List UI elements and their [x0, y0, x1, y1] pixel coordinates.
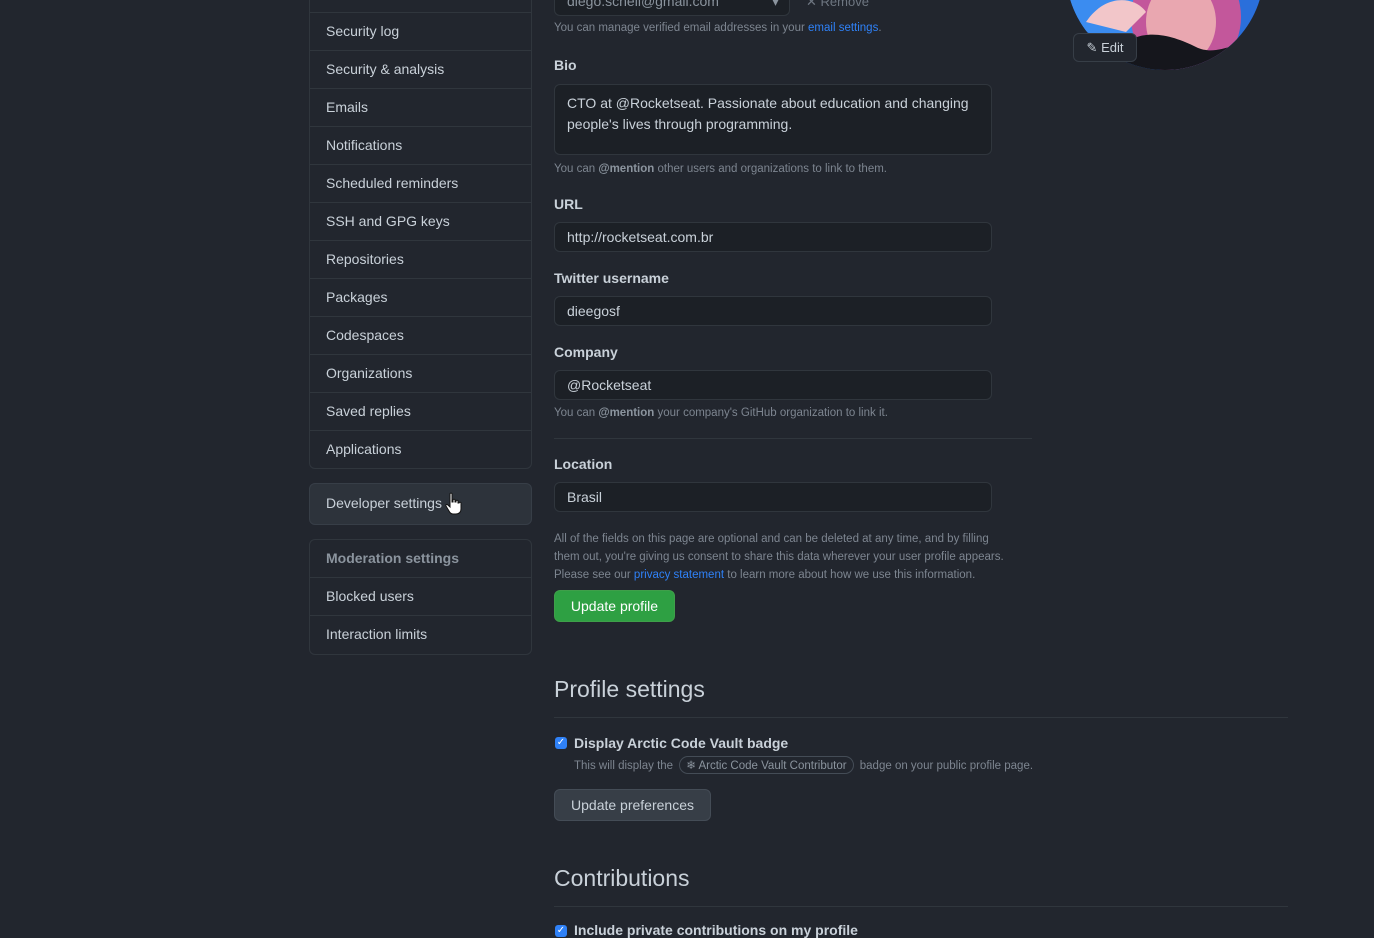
privacy-note-line-1: All of the fields on this page are optio…	[554, 533, 989, 545]
arctic-badge-label: Display Arctic Code Vault badge	[574, 735, 789, 751]
sidebar-item-developer-settings[interactable]: Developer settings	[310, 484, 531, 522]
company-note: You can @mention your company's GitHub o…	[554, 407, 888, 419]
sidebar-item-packages[interactable]: Packages	[310, 278, 531, 316]
email-note-end: .	[878, 22, 882, 34]
sidebar-item-ssh-gpg-keys[interactable]: SSH and GPG keys	[310, 202, 531, 240]
avatar-edit-button[interactable]: ✎ Edit	[1073, 33, 1137, 62]
sidebar-item-security-log[interactable]: Security log	[310, 12, 531, 50]
arctic-badge-checkbox[interactable]: ✓	[555, 737, 567, 749]
sidebar-item-repositories[interactable]: Repositories	[310, 240, 531, 278]
location-input[interactable]: Brasil	[554, 482, 992, 512]
bio-note-end: other users and organizations to link to…	[657, 163, 888, 175]
private-contributions-label: Include private contributions on my prof…	[574, 922, 858, 938]
update-profile-button[interactable]: Update profile	[554, 590, 675, 622]
sidebar-item-hidden-top[interactable]	[310, 0, 531, 12]
profile-settings-title: Profile settings	[554, 676, 1288, 718]
sidebar-item-codespaces[interactable]: Codespaces	[310, 316, 531, 354]
contributions-title: Contributions	[554, 865, 1288, 907]
pencil-icon: ✎	[1086, 40, 1098, 55]
arctic-badge-text: Arctic Code Vault Contributor	[698, 760, 847, 772]
settings-menu: Security log Security & analysis Emails …	[309, 0, 532, 469]
privacy-note-line-2: them out, you're giving us consent to sh…	[554, 551, 1004, 563]
privacy-note-start: Please see our	[554, 569, 631, 581]
chevron-down-icon: ▾	[771, 0, 779, 9]
update-preferences-button[interactable]: Update preferences	[554, 789, 711, 821]
arctic-badge-note: This will display the ❄ Arctic Code Vaul…	[574, 756, 1033, 774]
privacy-note-end: to learn more about how we use this info…	[727, 569, 976, 581]
sidebar-item-interaction-limits[interactable]: Interaction limits	[310, 615, 531, 653]
arctic-note-end: badge on your public profile page.	[859, 760, 1034, 772]
snowflake-icon: ❄	[686, 760, 696, 772]
sidebar-item-scheduled-reminders[interactable]: Scheduled reminders	[310, 164, 531, 202]
avatar-edit-label: Edit	[1101, 40, 1124, 55]
email-select[interactable]: diego.schell@gmail.com ▾	[554, 0, 790, 16]
developer-settings-menu: Developer settings	[309, 483, 532, 525]
company-note-start: You can	[554, 407, 596, 419]
hand-cursor-icon	[445, 492, 462, 515]
email-note-text: You can manage verified email addresses …	[554, 22, 805, 34]
divider	[554, 438, 1032, 439]
company-label: Company	[554, 344, 618, 360]
privacy-note: All of the fields on this page are optio…	[554, 530, 1004, 584]
company-input[interactable]: @Rocketseat	[554, 370, 992, 400]
remove-email-label: Remove	[820, 0, 869, 9]
sidebar-item-blocked-users[interactable]: Blocked users	[310, 577, 531, 615]
moderation-heading: Moderation settings	[326, 550, 460, 566]
sidebar-item-organizations[interactable]: Organizations	[310, 354, 531, 392]
email-settings-link[interactable]: email settings	[808, 22, 878, 34]
sidebar-item-applications[interactable]: Applications	[310, 430, 531, 468]
arctic-note-start: This will display the	[574, 760, 674, 772]
company-note-end: your company's GitHub organization to li…	[657, 407, 888, 419]
bio-note: You can @mention other users and organiz…	[554, 163, 887, 175]
remove-email-button[interactable]: ✕ Remove	[806, 0, 869, 10]
sidebar-item-security-analysis[interactable]: Security & analysis	[310, 50, 531, 88]
bio-note-mention: @mention	[598, 163, 655, 175]
sidebar-item-emails[interactable]: Emails	[310, 88, 531, 126]
bio-textarea[interactable]: CTO at @Rocketseat. Passionate about edu…	[554, 84, 992, 155]
bio-value: CTO at @Rocketseat. Passionate about edu…	[567, 95, 969, 132]
close-icon: ✕	[806, 0, 821, 9]
email-select-value: diego.schell@gmail.com	[567, 0, 719, 9]
email-note: You can manage verified email addresses …	[554, 22, 882, 34]
company-note-mention: @mention	[598, 407, 655, 419]
privacy-note-line-3: Please see our privacy statement to lear…	[554, 566, 1004, 584]
bio-note-start: You can	[554, 163, 596, 175]
location-label: Location	[554, 456, 613, 472]
sidebar-item-saved-replies[interactable]: Saved replies	[310, 392, 531, 430]
url-label: URL	[554, 196, 583, 212]
private-contributions-checkbox[interactable]: ✓	[555, 925, 567, 937]
url-input[interactable]: http://rocketseat.com.br	[554, 222, 992, 252]
bio-label: Bio	[554, 57, 577, 73]
twitter-input[interactable]: dieegosf	[554, 296, 992, 326]
moderation-menu: Moderation settings Blocked users Intera…	[309, 539, 532, 655]
privacy-statement-link[interactable]: privacy statement	[634, 569, 724, 581]
sidebar-item-notifications[interactable]: Notifications	[310, 126, 531, 164]
twitter-label: Twitter username	[554, 270, 669, 286]
arctic-badge-chip: ❄ Arctic Code Vault Contributor	[679, 756, 854, 774]
